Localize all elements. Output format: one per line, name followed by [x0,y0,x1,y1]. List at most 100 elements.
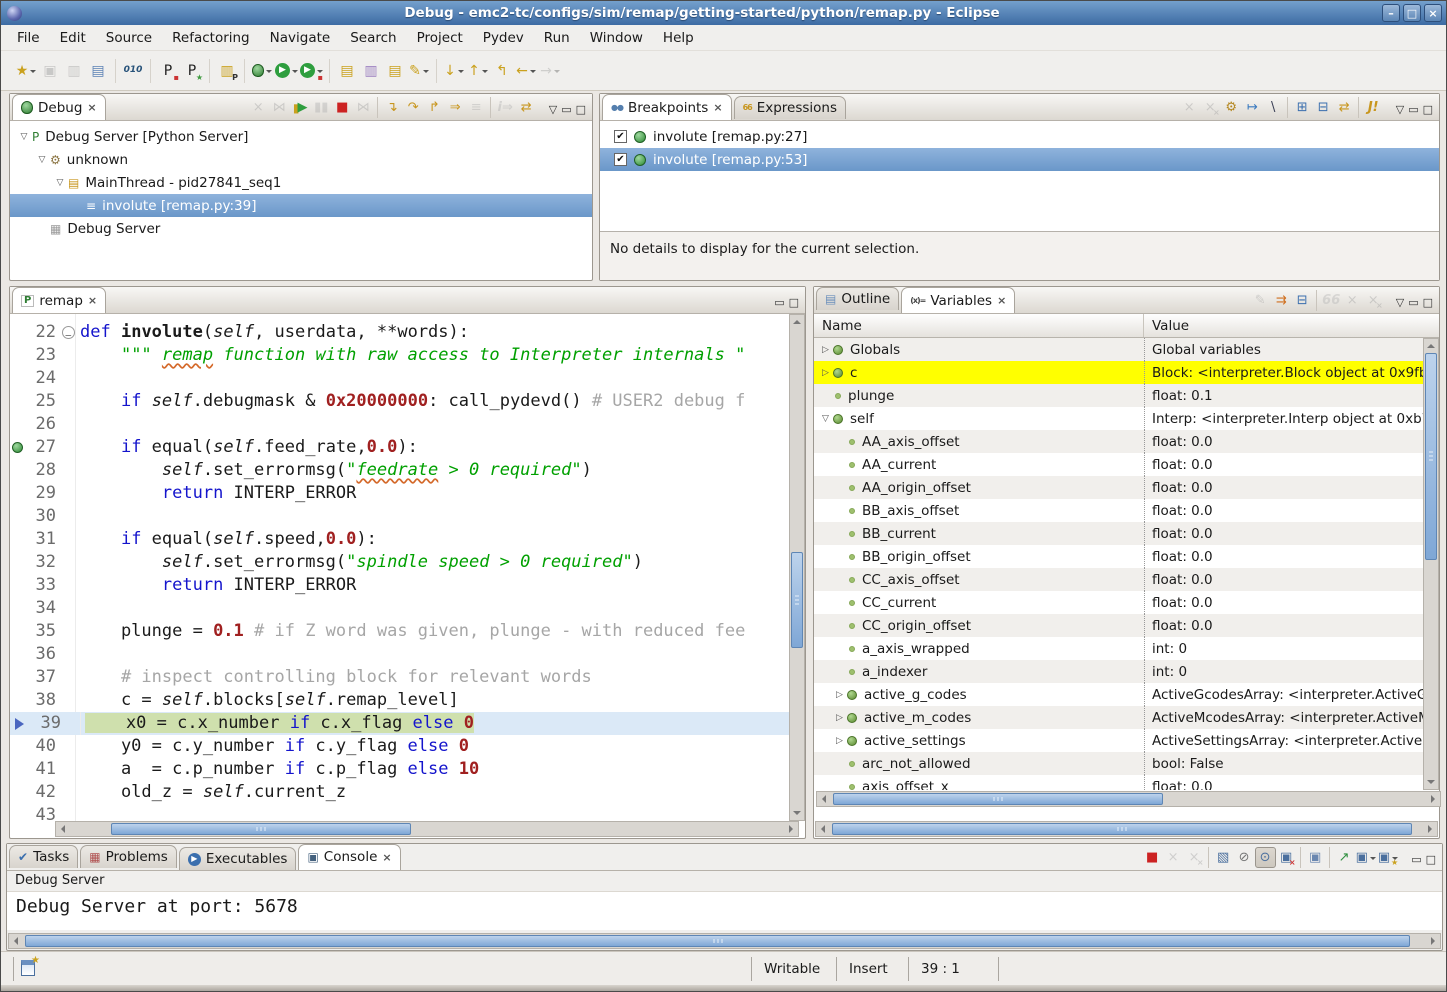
view-menu-icon[interactable]: ▽ [1396,103,1404,116]
editor-vertical-scrollbar[interactable] [789,314,805,821]
minimize-view-icon[interactable]: ▭ [1411,853,1421,866]
fold-marker-icon[interactable] [61,367,76,390]
new-watch-expression-button[interactable]: 66 [1321,290,1342,311]
gutter-annotation[interactable] [10,436,25,459]
fold-marker-icon[interactable] [61,597,76,620]
fold-marker-icon[interactable] [61,344,76,367]
show-type-names-button[interactable]: ✎ [1250,290,1271,311]
gutter-annotation[interactable] [10,390,25,413]
suspend-button[interactable]: ▮▮ [311,97,332,118]
close-tab-icon[interactable]: × [997,294,1006,307]
remove-selected-breakpoints-button[interactable]: × [1179,97,1200,118]
next-annotation-button[interactable]: ↓ [442,59,466,83]
remove-all-terminated-button[interactable]: × [248,97,269,118]
fold-marker-icon[interactable] [61,781,76,804]
code-line[interactable]: 36 [10,643,805,666]
code-line[interactable]: 25 if self.debugmask & 0x20000000: call_… [10,390,805,413]
maximize-view-icon[interactable]: □ [1426,853,1436,866]
code-line[interactable]: 23 """ remap function with raw access to… [10,344,805,367]
close-tab-icon[interactable]: × [713,101,722,114]
fold-marker-icon[interactable] [61,413,76,436]
minimize-view-icon[interactable]: ▭ [1408,103,1418,116]
fold-marker-icon[interactable] [61,551,76,574]
fold-marker-icon[interactable] [66,712,81,735]
variable-row[interactable]: BB_currentfloat: 0.0 [814,522,1423,545]
step-filters-button[interactable]: ⇄ [516,97,537,118]
last-edit-location-button[interactable]: ↰ [490,59,514,83]
debug-tree-item[interactable]: ▦Debug Server [10,217,592,240]
gutter-annotation[interactable] [10,321,25,344]
pydev-debug-file-button[interactable]: P★ [180,59,204,83]
scroll-up-icon[interactable] [790,315,804,329]
link-with-debug-view-button[interactable]: ⇄ [1334,97,1355,118]
editor-horizontal-scrollbar[interactable] [55,821,799,837]
run-external-tools-button[interactable]: ▶▪ [299,59,324,83]
save-button[interactable]: ▣ [38,59,62,83]
step-over-button[interactable]: ↷ [403,97,424,118]
dropdown-arrow-icon[interactable] [30,70,36,76]
scrollbar-thumb[interactable] [791,552,803,648]
breakpoint-checkbox[interactable] [614,153,627,166]
variable-row[interactable]: arc_not_allowedbool: False [814,752,1423,775]
clear-console-button[interactable]: ▧ [1213,847,1234,868]
code-line[interactable]: 29 return INTERP_ERROR [10,482,805,505]
menu-item[interactable]: Project [407,27,473,49]
code-line[interactable]: 35 plunge = 0.1 # if Z word was given, p… [10,620,805,643]
variable-row[interactable]: ▽selfInterp: <interpreter.Interp object … [814,407,1423,430]
close-tab-icon[interactable]: × [88,294,97,307]
gutter-annotation[interactable] [10,804,25,821]
expander-icon[interactable]: ▷ [832,713,847,723]
dropdown-arrow-icon[interactable] [1370,857,1376,863]
fold-marker-icon[interactable] [61,643,76,666]
open-console-link-button[interactable]: ↗ [1334,847,1355,868]
expander-icon[interactable]: ▽ [52,178,68,188]
editor-tab-remap[interactable]: Premap× [12,287,106,313]
variable-row[interactable]: AA_origin_offsetfloat: 0.0 [814,476,1423,499]
drop-to-frame-button[interactable]: ⇒ [445,97,466,118]
go-to-file-button[interactable]: ↦ [1242,97,1263,118]
dropdown-arrow-icon[interactable] [292,70,298,76]
scroll-left-icon[interactable] [817,792,831,806]
debug-tree-item[interactable]: ▽▤MainThread - pid27841_seq1 [10,171,592,194]
code-line[interactable]: 30 [10,505,805,528]
code-line[interactable]: 21 [10,314,805,321]
view-tab[interactable]: 66Expressions× [734,96,846,119]
expander-icon[interactable]: ▽ [818,414,833,424]
open-type-button[interactable]: ▥ [359,59,383,83]
gutter-annotation[interactable] [10,689,25,712]
gutter-annotation[interactable] [10,781,25,804]
fold-marker-icon[interactable] [61,436,76,459]
gutter-annotation[interactable] [10,643,25,666]
collapse-all-button[interactable]: ⊟ [1292,290,1313,311]
menu-item[interactable]: Source [96,27,162,49]
variable-row[interactable]: BB_origin_offsetfloat: 0.0 [814,545,1423,568]
save-all-button[interactable]: ▥ [62,59,86,83]
variables-vertical-scrollbar[interactable] [1423,338,1439,790]
code-line[interactable]: 28 self.set_errormsg("feedrate > 0 requi… [10,459,805,482]
fold-marker-icon[interactable] [61,528,76,551]
fold-marker-icon[interactable] [61,574,76,597]
gutter-annotation[interactable] [10,551,25,574]
variable-row[interactable]: BB_axis_offsetfloat: 0.0 [814,499,1423,522]
collapse-all-button[interactable]: ⊟ [1313,97,1334,118]
fold-marker-icon[interactable] [61,505,76,528]
variables-horizontal-scrollbar[interactable] [816,791,1441,807]
fold-marker-icon[interactable] [61,735,76,758]
save-console-button[interactable]: ▣ [1305,847,1326,868]
scroll-left-icon[interactable] [816,822,830,836]
gutter-annotation[interactable] [10,620,25,643]
show-breakpoints-supported-button[interactable]: ⚙ [1221,97,1242,118]
open-console-button[interactable]: ▣★ [1377,847,1399,868]
close-tab-icon[interactable]: × [87,101,96,114]
gutter-annotation[interactable] [10,482,25,505]
code-line[interactable]: 43 [10,804,805,821]
debug-tree-item[interactable]: ▽⚙unknown [10,148,592,171]
variable-row[interactable]: ▷GlobalsGlobal variables [814,338,1423,361]
code-line[interactable]: 32 self.set_errormsg("spindle speed > 0 … [10,551,805,574]
variable-row[interactable]: plungefloat: 0.1 [814,384,1423,407]
variable-row[interactable]: CC_origin_offsetfloat: 0.0 [814,614,1423,637]
view-tab[interactable]: ●●Breakpoints× [602,94,732,120]
code-line[interactable]: 38 c = self.blocks[self.remap_level] [10,689,805,712]
gutter-annotation[interactable] [10,735,25,758]
maximize-view-icon[interactable]: □ [1423,296,1433,309]
